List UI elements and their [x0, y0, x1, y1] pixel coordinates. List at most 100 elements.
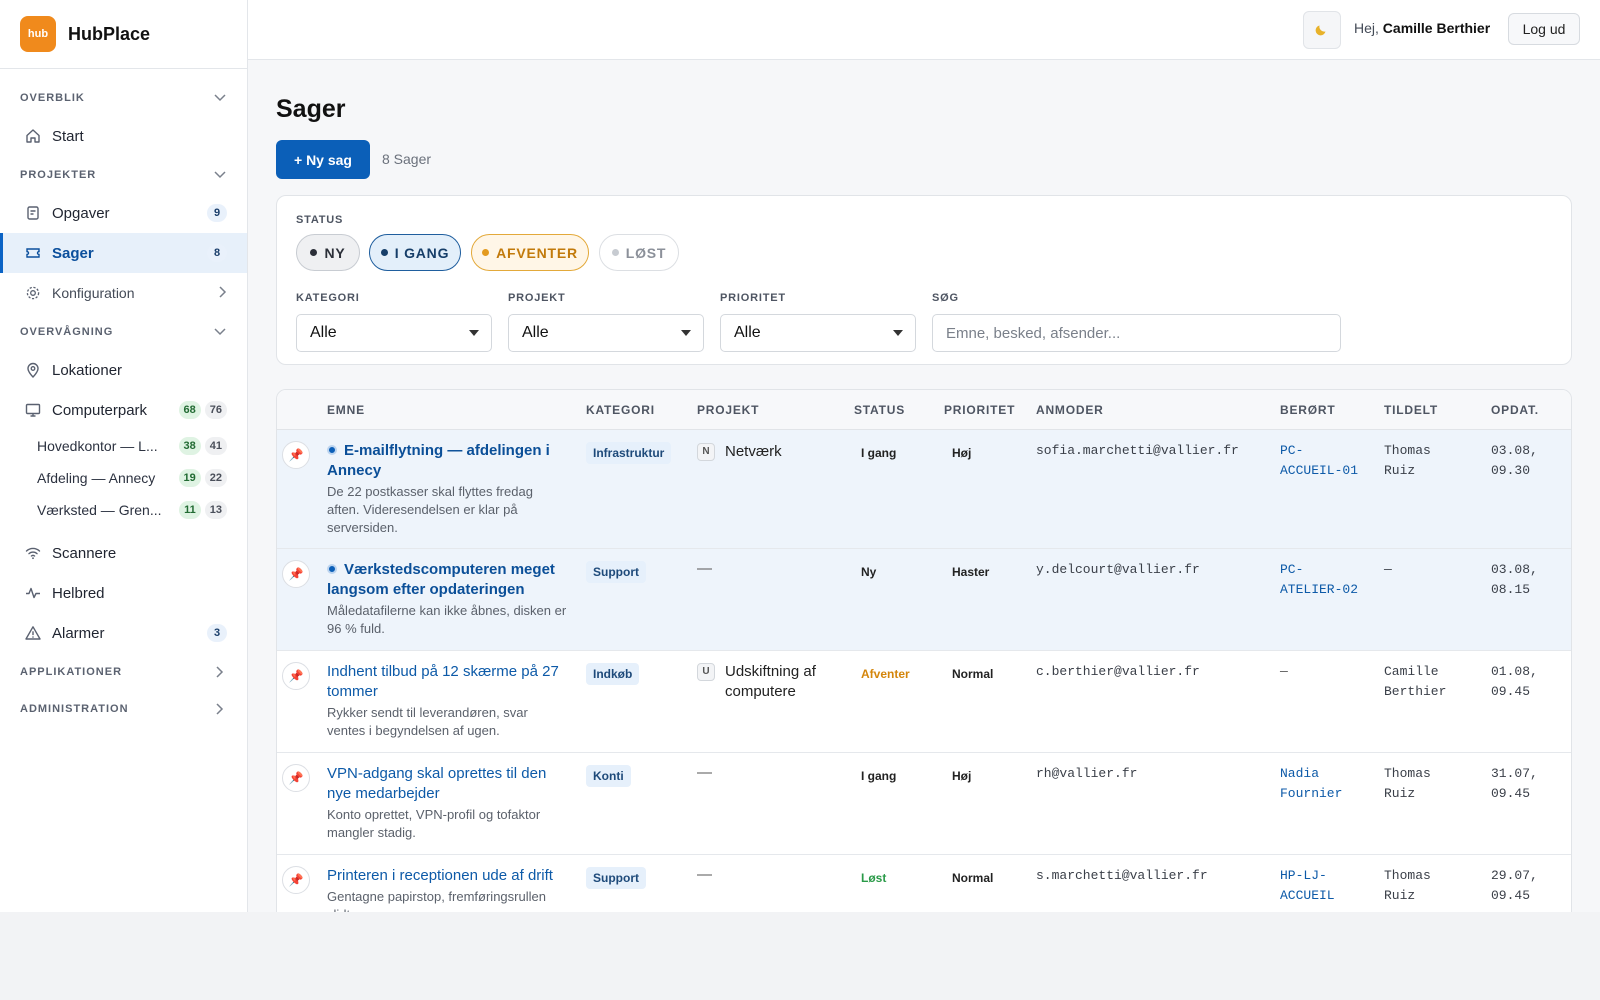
caret-down-icon	[469, 330, 479, 336]
category-select-value: Alle	[310, 324, 337, 341]
project-empty: —	[697, 560, 712, 577]
sidebar-item-lokationer[interactable]: Lokationer	[0, 350, 247, 390]
case-title-link[interactable]: Værkstedscomputeren meget langsom efter …	[327, 560, 567, 600]
table-row[interactable]: 📌 VPN-adgang skal oprettes til den nye m…	[277, 753, 1571, 855]
case-title-link[interactable]: VPN-adgang skal oprettes til den nye med…	[327, 764, 567, 804]
pin-icon[interactable]: 📌	[282, 560, 310, 588]
status-pill-lost[interactable]: LØST	[599, 234, 679, 271]
sidebar-item-konfiguration[interactable]: Konfiguration	[0, 273, 247, 313]
sidebar-item-opgaver[interactable]: Opgaver 9	[0, 193, 247, 233]
section-applications-title: APPLIKATIONER	[20, 665, 123, 678]
sidebar-item-alarmer[interactable]: Alarmer 3	[0, 613, 247, 653]
affected-empty: —	[1280, 664, 1288, 679]
total-count-badge: 76	[204, 401, 227, 419]
page-title: Sager	[276, 95, 346, 123]
column-header-priority[interactable]: PRIORITET	[944, 403, 1015, 417]
sidebar-item-computerpark[interactable]: Computerpark 68 76	[0, 390, 247, 430]
total-count-badge: 13	[204, 501, 227, 519]
project-empty: —	[697, 764, 712, 781]
section-monitoring[interactable]: OVERVÅGNING	[0, 313, 247, 350]
unread-dot-icon	[327, 445, 337, 455]
location-pin-icon	[24, 362, 41, 379]
requester-email: s.marchetti@vallier.fr	[1036, 868, 1208, 883]
status-text: I gang	[861, 769, 897, 783]
case-title-link[interactable]: E-mailflytning — afdelingen i Annecy	[327, 441, 567, 481]
column-header-subject[interactable]: EMNE	[327, 403, 365, 417]
table-row[interactable]: 📌 Indhent tilbud på 12 skærme på 27 tomm…	[277, 651, 1571, 753]
section-overview-title: OVERBLIK	[20, 91, 85, 104]
case-description: De 22 postkasser skal flyttes fredag aft…	[327, 484, 533, 535]
pin-icon[interactable]: 📌	[282, 866, 310, 894]
sidebar-subitem-label: Værksted — Gren...	[37, 502, 162, 518]
search-filter-label: SØG	[932, 292, 959, 304]
priority-select-value: Alle	[734, 324, 761, 341]
table-row[interactable]: 📌 Værkstedscomputeren meget langsom efte…	[277, 549, 1571, 651]
column-header-status[interactable]: STATUS	[854, 403, 905, 417]
status-pill-label: LØST	[625, 244, 667, 261]
table-row[interactable]: 📌 E-mailflytning — afdelingen i Annecy D…	[277, 430, 1571, 549]
project-empty: —	[697, 866, 712, 883]
requester-email: y.delcourt@vallier.fr	[1036, 562, 1200, 577]
table-row[interactable]: 📌 Printeren i receptionen ude af drift G…	[277, 855, 1571, 912]
status-pill-label: AFVENTER	[496, 244, 578, 261]
sidebar-item-sager[interactable]: Sager 8	[0, 233, 247, 273]
case-title-link[interactable]: Indhent tilbud på 12 skærme på 27 tommer	[327, 662, 567, 702]
category-select[interactable]: Alle	[296, 314, 492, 352]
section-applications[interactable]: APPLIKATIONER	[0, 653, 247, 690]
column-header-requester[interactable]: ANMODER	[1036, 403, 1104, 417]
project-select[interactable]: Alle	[508, 314, 704, 352]
warning-icon	[24, 625, 41, 642]
online-count-badge: 38	[178, 437, 201, 455]
pin-icon[interactable]: 📌	[282, 441, 310, 469]
sidebar-subitem-annecy[interactable]: Afdeling — Annecy 19 22	[0, 462, 247, 494]
logout-button[interactable]: Log ud	[1508, 13, 1580, 45]
requester-email: rh@vallier.fr	[1036, 766, 1138, 781]
category-badge: Konti	[586, 765, 631, 787]
table-header: EMNE KATEGORI PROJEKT STATUS PRIORITET A…	[277, 390, 1571, 430]
column-header-category[interactable]: KATEGORI	[586, 403, 655, 417]
section-overview[interactable]: OVERBLIK	[0, 79, 247, 116]
theme-toggle-button[interactable]	[1303, 11, 1341, 49]
assigned-to: —	[1384, 562, 1392, 577]
section-projects[interactable]: PROJEKTER	[0, 156, 247, 193]
sidebar-item-helbred[interactable]: Helbred	[0, 573, 247, 613]
sidebar-item-label: Scannere	[52, 544, 117, 562]
sidebar-item-scannere[interactable]: Scannere	[0, 533, 247, 573]
priority-select[interactable]: Alle	[720, 314, 916, 352]
affected-link[interactable]: HP-LJ-ACCUEIL	[1280, 866, 1360, 905]
status-text: I gang	[861, 446, 897, 460]
sidebar-subitem-hovedkontor[interactable]: Hovedkontor — L... 38 41	[0, 430, 247, 462]
status-pill-ny[interactable]: NY	[296, 234, 360, 271]
case-subject: Værkstedscomputeren meget langsom efter …	[327, 560, 567, 638]
brand[interactable]: hub HubPlace	[0, 0, 247, 69]
pin-icon[interactable]: 📌	[282, 662, 310, 690]
column-header-affected[interactable]: BERØRT	[1280, 403, 1335, 417]
count-badge: 8	[207, 244, 227, 262]
column-header-assigned[interactable]: TILDELT	[1384, 403, 1438, 417]
sidebar-subitem-label: Afdeling — Annecy	[37, 470, 156, 486]
new-case-button[interactable]: + Ny sag	[276, 140, 370, 179]
project-initial-badge: N	[697, 443, 715, 461]
pin-icon[interactable]: 📌	[282, 764, 310, 792]
priority-text: Høj	[952, 769, 972, 783]
chevron-right-icon	[213, 665, 227, 679]
affected-link[interactable]: PC-ATELIER-02	[1280, 560, 1360, 599]
sidebar-item-label: Helbred	[52, 584, 105, 602]
app: hub HubPlace OVERBLIK Start PROJEKTER Op…	[0, 0, 1600, 912]
sidebar-subitem-vaerksted[interactable]: Værksted — Gren... 11 13	[0, 494, 247, 526]
column-header-project[interactable]: PROJEKT	[697, 403, 759, 417]
case-description: Konto oprettet, VPN-profil og tofaktor m…	[327, 807, 541, 840]
count-badge: 9	[207, 204, 227, 222]
section-administration[interactable]: ADMINISTRATION	[0, 690, 247, 727]
sidebar-subitem-label: Hovedkontor — L...	[37, 438, 158, 454]
search-input[interactable]	[932, 314, 1341, 352]
column-header-updated[interactable]: OPDAT.	[1491, 403, 1539, 417]
affected-link[interactable]: Nadia Fournier	[1280, 764, 1360, 803]
updated-timestamp: 01.08, 09.45	[1491, 664, 1538, 699]
affected-link[interactable]: PC-ACCUEIL-01	[1280, 441, 1360, 480]
sidebar-item-start[interactable]: Start	[0, 116, 247, 156]
case-title-link[interactable]: Printeren i receptionen ude af drift	[327, 866, 567, 886]
greeting-text: Hej,	[1354, 20, 1379, 36]
status-pill-i-gang[interactable]: I GANG	[369, 234, 461, 271]
status-pill-afventer[interactable]: AFVENTER	[471, 234, 589, 271]
